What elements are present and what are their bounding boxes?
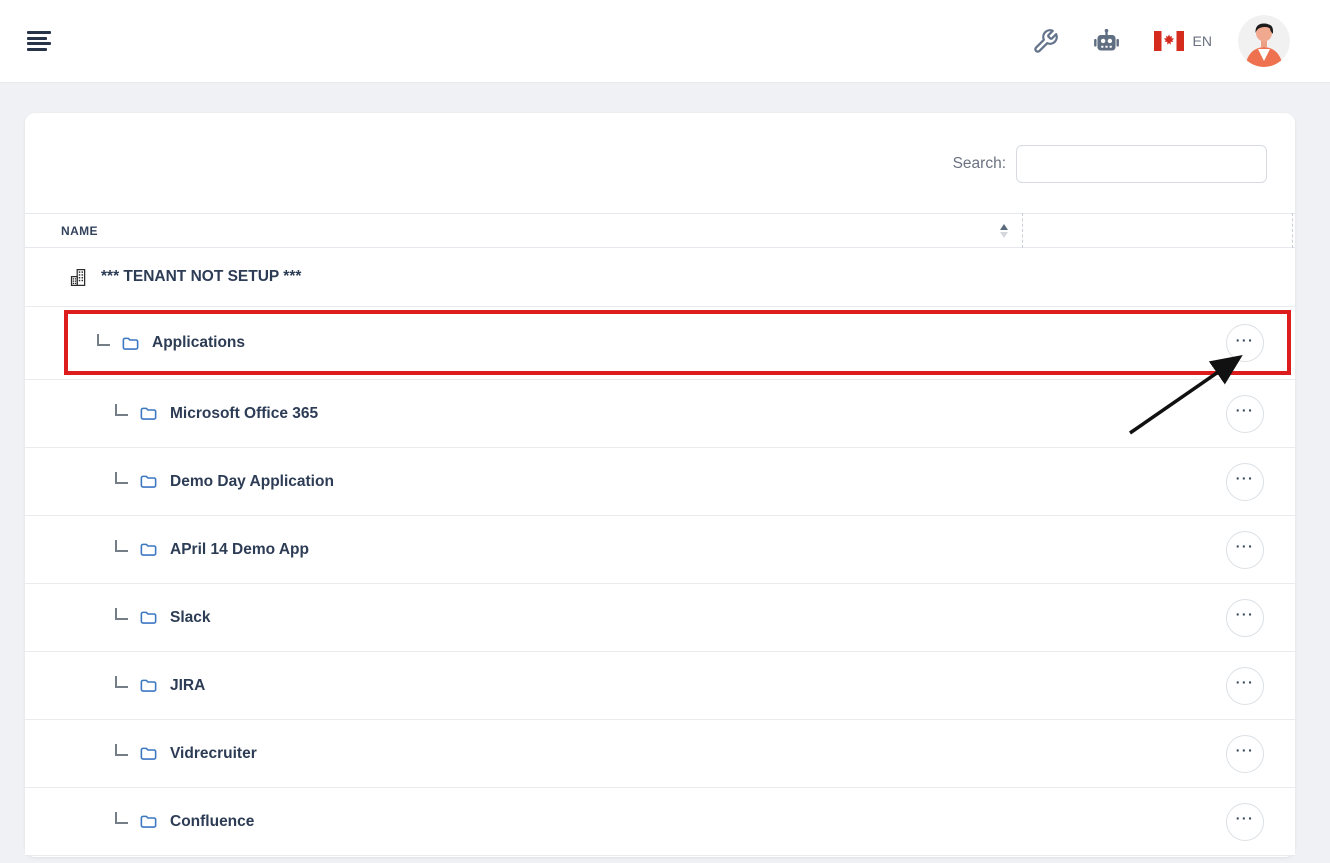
menu-bar <box>27 31 51 34</box>
tree-connector <box>115 608 128 620</box>
table-row[interactable]: Vidrecruiter ··· <box>25 720 1295 788</box>
search-input[interactable] <box>1016 145 1267 183</box>
search-area: Search: <box>25 113 1295 213</box>
table-row[interactable]: APril 14 Demo App ··· <box>25 516 1295 584</box>
row-label: Applications <box>152 334 245 352</box>
row-actions-button[interactable]: ··· <box>1226 395 1264 433</box>
folder-icon <box>139 404 158 423</box>
table-row[interactable]: Slack ··· <box>25 584 1295 652</box>
row-actions-button[interactable]: ··· <box>1226 667 1264 705</box>
ellipsis-dots: ··· <box>1236 674 1255 690</box>
row-actions-button[interactable]: ··· <box>1226 735 1264 773</box>
wrench-icon[interactable] <box>1032 28 1059 55</box>
table-header: NAME <box>25 213 1295 248</box>
tree-connector <box>115 540 128 552</box>
tree-connector <box>115 812 128 824</box>
highlight-annotation <box>64 310 1291 375</box>
ellipsis-dots: ··· <box>1236 470 1255 486</box>
column-header-name[interactable]: NAME <box>25 224 98 238</box>
tree-connector <box>115 676 128 688</box>
hamburger-menu-icon[interactable] <box>27 31 51 51</box>
ellipsis-dots: ··· <box>1236 742 1255 758</box>
tree-connector <box>115 404 128 416</box>
row-name-cell: Applications <box>25 334 245 353</box>
row-label: Demo Day Application <box>170 473 334 491</box>
language-code: EN <box>1193 33 1212 49</box>
content-card: Search: NAME <box>25 113 1295 857</box>
row-actions-button[interactable]: ··· <box>1226 599 1264 637</box>
row-actions-button[interactable]: ··· <box>1226 324 1264 362</box>
row-label: Confluence <box>170 813 254 831</box>
row-name-cell: Confluence <box>25 812 254 831</box>
folder-icon <box>139 812 158 831</box>
folder-icon <box>139 540 158 559</box>
top-navigation-bar: EN <box>0 0 1330 83</box>
language-selector[interactable]: EN <box>1154 31 1212 51</box>
row-actions-button[interactable]: ··· <box>1226 803 1264 841</box>
row-actions-button[interactable]: ··· <box>1226 463 1264 501</box>
canada-flag-icon <box>1154 31 1184 51</box>
table-body: *** TENANT NOT SETUP *** ··· <box>25 248 1295 856</box>
row-name-cell: Vidrecruiter <box>25 744 257 763</box>
folder-icon <box>139 472 158 491</box>
ellipsis-dots: ··· <box>1236 402 1255 418</box>
row-name-cell: Slack <box>25 608 211 627</box>
ellipsis-dots: ··· <box>1236 810 1255 826</box>
folder-icon <box>139 744 158 763</box>
building-icon <box>68 267 89 288</box>
folder-icon <box>121 334 140 353</box>
search-label: Search: <box>953 155 1006 173</box>
menu-bar <box>27 37 47 40</box>
table-row[interactable]: JIRA ··· <box>25 652 1295 720</box>
row-label: *** TENANT NOT SETUP *** <box>101 268 301 286</box>
row-name-cell: APril 14 Demo App <box>25 540 309 559</box>
menu-bar <box>27 42 51 45</box>
ellipsis-dots: ··· <box>1236 606 1255 622</box>
robot-icon[interactable] <box>1091 26 1122 57</box>
tree-connector <box>115 472 128 484</box>
ellipsis-dots: ··· <box>1236 538 1255 554</box>
tree-connector <box>97 334 110 346</box>
row-label: Microsoft Office 365 <box>170 405 318 423</box>
row-name-cell: JIRA <box>25 676 205 695</box>
ellipsis-dots: ··· <box>1236 332 1255 348</box>
sort-desc-icon <box>1000 232 1008 238</box>
user-avatar[interactable] <box>1238 15 1290 67</box>
row-label: JIRA <box>170 677 205 695</box>
row-label: Slack <box>170 609 211 627</box>
sort-asc-icon <box>1000 224 1008 230</box>
table-row[interactable]: Applications ··· <box>25 307 1295 380</box>
row-actions-button[interactable]: ··· <box>1226 531 1264 569</box>
table-row[interactable]: *** TENANT NOT SETUP *** ··· <box>25 248 1295 307</box>
column-header-actions <box>1022 213 1293 248</box>
row-name-cell: Demo Day Application <box>25 472 334 491</box>
table-row[interactable]: Confluence ··· <box>25 788 1295 856</box>
topbar-actions: EN <box>1032 15 1290 67</box>
menu-bar <box>27 48 47 51</box>
table-row[interactable]: Demo Day Application ··· <box>25 448 1295 516</box>
tree-connector <box>115 744 128 756</box>
sort-indicator[interactable] <box>1000 224 1008 238</box>
row-label: APril 14 Demo App <box>170 541 309 559</box>
folder-icon <box>139 608 158 627</box>
row-name-cell: *** TENANT NOT SETUP *** <box>25 267 301 288</box>
row-name-cell: Microsoft Office 365 <box>25 404 318 423</box>
folder-icon <box>139 676 158 695</box>
table-row[interactable]: Microsoft Office 365 ··· <box>25 380 1295 448</box>
row-label: Vidrecruiter <box>170 745 257 763</box>
